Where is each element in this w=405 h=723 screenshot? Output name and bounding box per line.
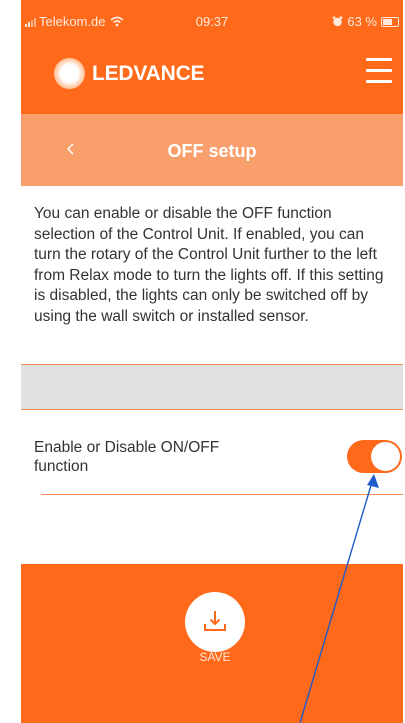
app-header: LEDVANCE [21, 36, 403, 114]
title-bar: OFF setup [21, 114, 403, 186]
logo-dot-icon [54, 58, 85, 89]
page-title: OFF setup [167, 141, 257, 161]
toggle-knob [371, 442, 400, 471]
section-separator [21, 365, 403, 409]
app-screen: Telekom.de 09:37 63 % LEDVANCE OFF setup… [21, 0, 403, 723]
ledvance-logo: LEDVANCE [54, 58, 205, 89]
footer-bar: SAVE [21, 564, 403, 723]
alarm-icon [332, 16, 343, 27]
save-button[interactable] [185, 592, 245, 652]
brand-name: LEDVANCE [92, 61, 205, 85]
description-text: You can enable or disable the OFF functi… [34, 205, 384, 325]
battery-icon [381, 16, 399, 27]
on-off-toggle[interactable] [347, 440, 402, 473]
row-divider [41, 494, 403, 495]
download-tray-icon [204, 611, 226, 631]
setting-label: Enable or Disable ON/OFF function [34, 439, 220, 475]
hamburger-menu-icon[interactable] [366, 58, 392, 83]
battery-percent: 63 % [347, 14, 377, 29]
status-right: 63 % [332, 14, 399, 29]
status-bar: Telekom.de 09:37 63 % [21, 0, 403, 36]
save-label: SAVE [199, 650, 231, 664]
divider-line [21, 409, 403, 410]
